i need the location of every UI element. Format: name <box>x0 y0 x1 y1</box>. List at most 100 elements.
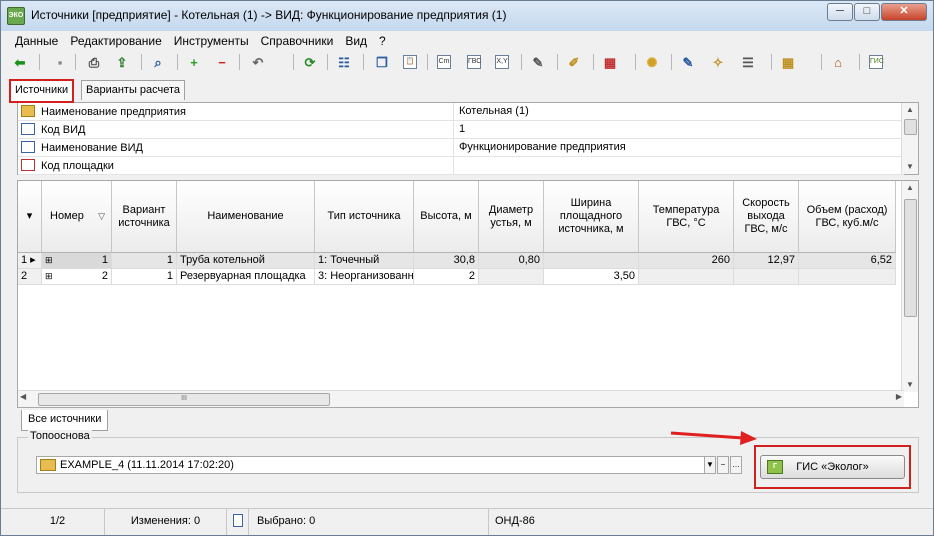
column-header-diameter[interactable]: Диаметр устья, м <box>479 181 544 253</box>
property-row[interactable]: Наименование предприятия Котельная (1) <box>18 103 904 121</box>
edit-icon[interactable]: ✎ <box>529 53 547 71</box>
cell-diameter[interactable] <box>479 269 544 285</box>
tree-icon[interactable]: ☷ <box>335 53 353 71</box>
expand-icon[interactable]: ⊞ <box>45 253 53 268</box>
scroll-thumb[interactable] <box>904 119 917 135</box>
gvs-icon[interactable]: ГВС <box>465 53 483 71</box>
cell-number[interactable]: ⊞ 2 <box>42 269 112 285</box>
tab-calc-variants[interactable]: Варианты расчета <box>81 80 186 100</box>
column-header-height[interactable]: Высота, м <box>414 181 479 253</box>
app-logo-icon: ЭКО <box>7 7 25 25</box>
close-button[interactable]: ✕ <box>881 3 927 21</box>
cell-temperature[interactable]: 260 <box>639 253 734 269</box>
column-header-width[interactable]: Ширина площадного источника, м <box>544 181 639 253</box>
row-selector-header[interactable]: ▾ <box>18 181 42 253</box>
tab-all-sources[interactable]: Все источники <box>21 410 109 431</box>
cell-name[interactable]: Труба котельной <box>177 253 315 269</box>
property-value <box>453 157 899 175</box>
scroll-down-icon[interactable]: ▼ <box>902 160 918 174</box>
gis-ecolog-button[interactable]: Г ГИС «Эколог» <box>760 455 905 479</box>
menu-references[interactable]: Справочники <box>255 32 340 50</box>
sort-icon[interactable]: ▽ <box>98 210 105 223</box>
cell-diameter[interactable]: 0,80 <box>479 253 544 269</box>
row-index[interactable]: 1 ▸ <box>18 253 42 269</box>
clear-button[interactable]: − <box>717 456 729 474</box>
grid-horizontal-scrollbar[interactable]: ◀ III ▶ <box>18 390 904 407</box>
remove-icon[interactable]: − <box>213 53 231 71</box>
cell-volume[interactable]: 6,52 <box>799 253 896 269</box>
menu-view[interactable]: Вид <box>339 32 373 50</box>
table-icon[interactable]: ▦ <box>601 53 619 71</box>
menu-help[interactable]: ? <box>373 32 392 50</box>
export-icon[interactable]: ⇪ <box>113 53 131 71</box>
cell-temperature[interactable] <box>639 269 734 285</box>
print-icon[interactable]: ⎙ <box>85 53 103 71</box>
menu-edit[interactable]: Редактирование <box>64 32 167 50</box>
gis-icon[interactable]: ГИС <box>867 53 885 71</box>
cell-width[interactable] <box>544 253 639 269</box>
topo-select[interactable]: EXAMPLE_4 (11.11.2014 17:02:20) <box>36 456 716 474</box>
scroll-up-icon[interactable]: ▲ <box>902 181 918 195</box>
expand-icon[interactable]: ⊞ <box>45 269 53 284</box>
cell-width[interactable]: 3,50 <box>544 269 639 285</box>
column-header-type[interactable]: Тип источника <box>315 181 414 253</box>
menu-tools[interactable]: Инструменты <box>168 32 255 50</box>
folder-star-icon[interactable]: ✧ <box>709 53 727 71</box>
folder-icon <box>40 459 56 472</box>
row-index[interactable]: 2 <box>18 269 42 285</box>
property-row[interactable]: Код площадки <box>18 157 904 175</box>
cell-height[interactable]: 30,8 <box>414 253 479 269</box>
find-icon[interactable]: ⌕ <box>149 53 167 71</box>
cell-height[interactable]: 2 <box>414 269 479 285</box>
xy-icon[interactable]: X,Y <box>493 53 511 71</box>
chevron-down-icon[interactable]: ▼ <box>704 456 716 474</box>
properties-scrollbar[interactable]: ▲ ▼ <box>901 103 918 174</box>
cell-variant[interactable]: 1 <box>112 269 177 285</box>
column-header-number[interactable]: Номер ▽ <box>42 181 112 253</box>
scroll-right-icon[interactable]: ▶ <box>896 392 902 401</box>
cell-type[interactable]: 1: Точечный <box>315 253 414 269</box>
scroll-thumb[interactable] <box>904 199 917 317</box>
column-header-temperature[interactable]: Температура ГВС, °С <box>639 181 734 253</box>
menu-data[interactable]: Данные <box>9 32 64 50</box>
doc-edit-icon[interactable]: ✎ <box>679 53 697 71</box>
grid-vertical-scrollbar[interactable]: ▲ ▼ <box>901 181 918 392</box>
undo-icon[interactable]: ↶ <box>249 53 267 71</box>
cell-speed[interactable]: 12,97 <box>734 253 799 269</box>
toolbar-separator <box>177 54 178 70</box>
back-icon[interactable]: ⬅ <box>11 53 29 71</box>
add-icon[interactable]: + <box>185 53 203 71</box>
refresh-icon[interactable]: ⟳ <box>301 53 319 71</box>
cell-volume[interactable] <box>799 269 896 285</box>
grid-icon[interactable]: ▦ <box>779 53 797 71</box>
property-row[interactable]: Код ВИД 1 <box>18 121 904 139</box>
scroll-left-icon[interactable]: ◀ <box>20 392 26 401</box>
cm-icon[interactable]: Cm <box>435 53 453 71</box>
note-icon[interactable]: ✐ <box>565 53 583 71</box>
paste-icon[interactable]: 📋 <box>401 53 419 71</box>
column-header-name[interactable]: Наименование <box>177 181 315 253</box>
scroll-down-icon[interactable]: ▼ <box>902 378 918 392</box>
property-row[interactable]: Наименование ВИД Функционирование предпр… <box>18 139 904 157</box>
minimize-button[interactable]: ─ <box>827 3 853 21</box>
tab-sources[interactable]: Источники <box>9 79 75 103</box>
list-edit-icon[interactable]: ☰ <box>739 53 757 71</box>
cell-number[interactable]: ⊞ 1 <box>42 253 112 269</box>
maximize-button[interactable]: □ <box>854 3 880 21</box>
column-header-speed[interactable]: Скорость выхода ГВС, м/с <box>734 181 799 253</box>
star-icon[interactable]: ✺ <box>643 53 661 71</box>
home-icon[interactable]: ⌂ <box>829 53 847 71</box>
column-header-volume[interactable]: Объем (расход) ГВС, куб.м/с <box>799 181 896 253</box>
save-icon[interactable]: ▪ <box>51 53 69 71</box>
browse-button[interactable]: … <box>730 456 742 474</box>
toolbar-separator <box>821 54 822 70</box>
copy-icon[interactable]: ❐ <box>373 53 391 71</box>
cell-type[interactable]: 3: Неорганизованный <box>315 269 414 285</box>
cell-variant[interactable]: 1 <box>112 253 177 269</box>
cell-speed[interactable] <box>734 269 799 285</box>
document-icon <box>227 509 249 535</box>
scroll-thumb[interactable]: III <box>38 393 330 406</box>
cell-name[interactable]: Резервуарная площадка <box>177 269 315 285</box>
column-header-variant[interactable]: Вариант источника <box>112 181 177 253</box>
scroll-up-icon[interactable]: ▲ <box>902 103 918 117</box>
